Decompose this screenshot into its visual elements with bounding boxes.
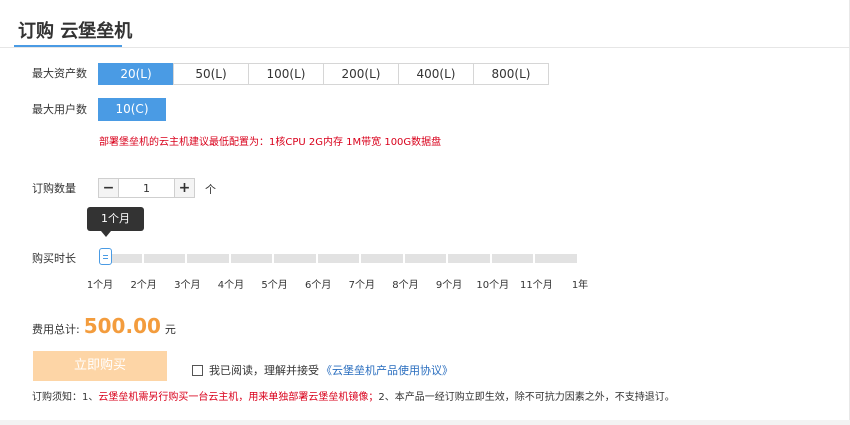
- max-assets-option[interactable]: 20(L): [98, 63, 174, 85]
- agreement-row: 我已阅读，理解并接受 《云堡垒机产品使用协议》: [192, 362, 453, 378]
- duration-tick-label[interactable]: 6个月: [305, 276, 331, 291]
- track-segment: [187, 254, 229, 263]
- quantity-stepper: − +: [98, 178, 195, 198]
- duration-label: 购买时长: [32, 252, 76, 265]
- track-segment: [274, 254, 316, 263]
- page-header: 订购 云堡垒机: [0, 0, 850, 48]
- duration-slider-handle[interactable]: [99, 248, 112, 265]
- duration-tick-label[interactable]: 8个月: [392, 276, 418, 291]
- track-segment: [535, 254, 577, 263]
- max-assets-option[interactable]: 50(L): [173, 63, 249, 85]
- total-unit: 元: [164, 323, 176, 336]
- max-assets-selector: 20(L) 50(L) 100(L) 200(L) 400(L) 800(L): [98, 63, 549, 85]
- duration-tick-label[interactable]: 11个月: [520, 276, 553, 291]
- duration-tick-label[interactable]: 1个月: [87, 276, 113, 291]
- max-assets-option[interactable]: 800(L): [473, 63, 549, 85]
- duration-tick-label[interactable]: 9个月: [436, 276, 462, 291]
- max-assets-label: 最大资产数: [32, 67, 87, 80]
- track-segment: [230, 254, 272, 263]
- quantity-label: 订购数量: [32, 182, 76, 195]
- quantity-increase-button[interactable]: +: [174, 178, 195, 198]
- duration-tick-label[interactable]: 1年: [572, 276, 588, 291]
- track-segment: [317, 254, 359, 263]
- duration-tick-label[interactable]: 7个月: [349, 276, 375, 291]
- agreement-text: 我已阅读，理解并接受: [209, 364, 319, 377]
- order-panel: 订购 云堡垒机 最大资产数 20(L) 50(L) 100(L) 200(L) 400(…: [0, 0, 850, 420]
- notice-highlight: 云堡垒机需另行购买一台云主机，用来单独部署云堡垒机镜像；: [98, 392, 379, 403]
- duration-slider-track[interactable]: [100, 254, 580, 263]
- duration-tick-label[interactable]: 5个月: [261, 276, 287, 291]
- track-segment: [143, 254, 185, 263]
- notice-prefix: 订购须知：1、: [32, 392, 99, 403]
- agreement-checkbox[interactable]: [192, 364, 203, 376]
- title-underline: [14, 45, 122, 47]
- track-segment: [361, 254, 403, 263]
- quantity-input[interactable]: [119, 178, 174, 198]
- duration-tick-label[interactable]: 4个月: [218, 276, 244, 291]
- notice-suffix: 2、本产品一经订购立即生效，除不可抗力因素之外，不支持退订。: [378, 392, 675, 403]
- track-segment: [491, 254, 533, 263]
- buy-now-button[interactable]: 立即购买: [33, 351, 167, 381]
- max-users-label: 最大用户数: [32, 103, 87, 116]
- max-assets-option[interactable]: 200(L): [323, 63, 399, 85]
- duration-tick-label[interactable]: 3个月: [174, 276, 200, 291]
- total-label: 费用总计:: [32, 323, 80, 336]
- quantity-unit: 个: [205, 183, 216, 196]
- duration-tick-label[interactable]: 2个月: [130, 276, 156, 291]
- track-segment: [448, 254, 490, 263]
- duration-tick-label[interactable]: 10个月: [476, 276, 509, 291]
- order-notice: 订购须知：1、云堡垒机需另行购买一台云主机，用来单独部署云堡垒机镜像；2、本产品…: [32, 391, 675, 405]
- track-segment: [404, 254, 446, 263]
- max-users-option[interactable]: 10(C): [98, 98, 166, 121]
- duration-tooltip: 1个月: [87, 207, 144, 231]
- total-row: 费用总计: 500.00 元: [32, 314, 176, 338]
- quantity-decrease-button[interactable]: −: [98, 178, 119, 198]
- tooltip-arrow: [101, 231, 111, 237]
- max-assets-option[interactable]: 400(L): [398, 63, 474, 85]
- config-warning: 部署堡垒机的云主机建议最低配置为：1核CPU 2G内存 1M带宽 100G数据盘: [99, 137, 442, 148]
- page-title: 订购 云堡垒机: [18, 21, 133, 42]
- agreement-link[interactable]: 《云堡垒机产品使用协议》: [321, 362, 453, 378]
- max-assets-option[interactable]: 100(L): [248, 63, 324, 85]
- total-price: 500.00: [83, 314, 161, 338]
